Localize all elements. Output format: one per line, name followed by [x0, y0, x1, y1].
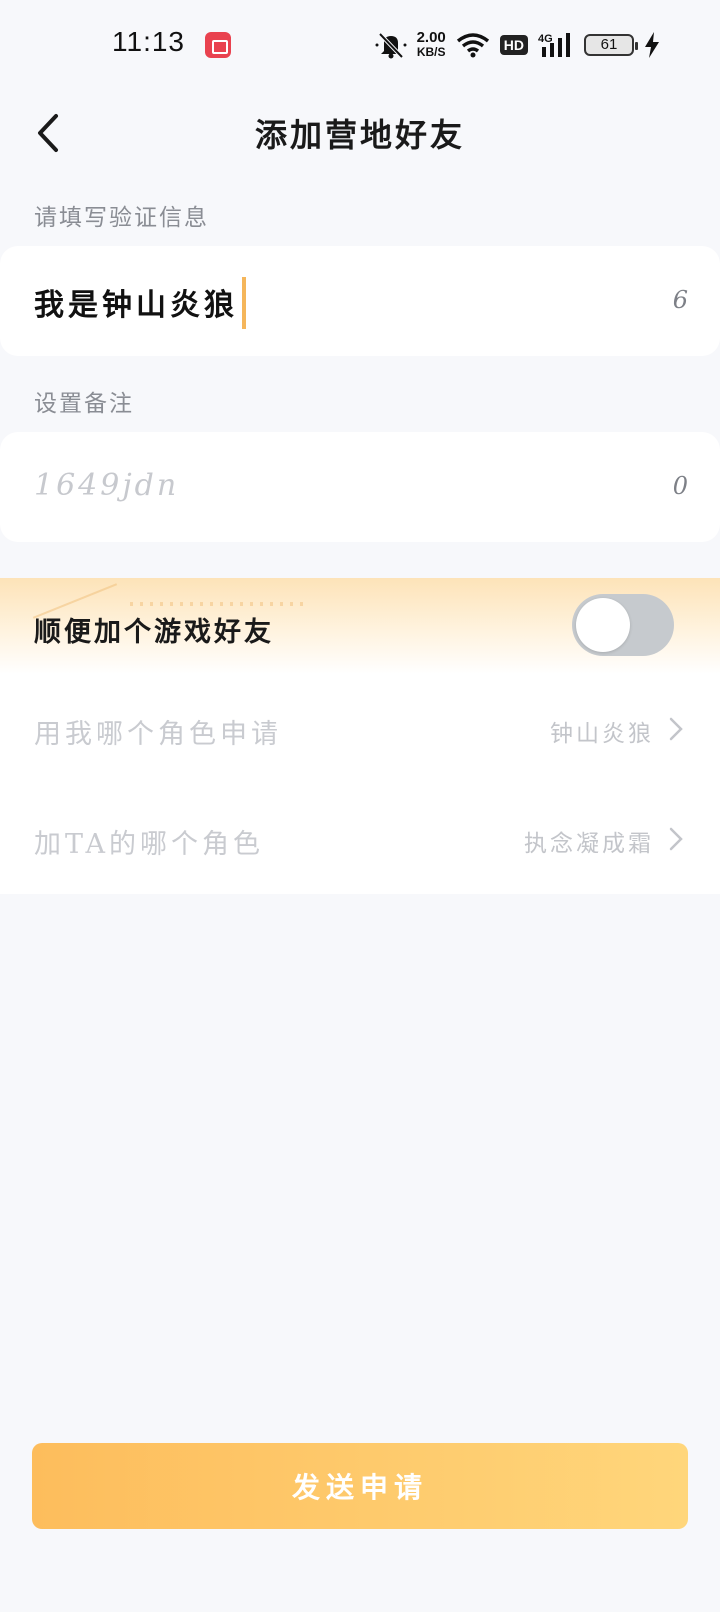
status-icons: 2.00 KB/S HD 4G 61 — [375, 28, 660, 62]
bell-muted-icon — [375, 32, 407, 59]
hd-badge: HD — [499, 35, 528, 55]
their-role-value: 执念凝成霜 — [524, 831, 654, 857]
status-time: 11:13 — [112, 26, 185, 57]
status-bar: 11:13 2.00 KB/S HD 4G 61 — [0, 0, 720, 90]
remark-card: 1649jdn 0 — [0, 432, 720, 542]
verification-char-count: 6 — [672, 286, 688, 314]
remark-placeholder: 1649jdn — [34, 468, 180, 503]
remark-char-count: 0 — [672, 472, 688, 500]
page-title: 添加营地好友 — [254, 116, 465, 154]
send-request-button[interactable]: 发送申请 — [32, 1443, 688, 1529]
my-role-value: 钟山炎狼 — [550, 721, 654, 747]
verification-card: 我是钟山炎狼 6 — [0, 246, 720, 356]
screen-record-icon — [205, 32, 231, 58]
their-role-row[interactable]: 加TA的哪个角色 执念凝成霜 — [0, 786, 720, 894]
game-friend-banner: 顺便加个游戏好友 — [0, 578, 720, 674]
chevron-right-icon — [669, 827, 683, 851]
game-friend-toggle-label: 顺便加个游戏好友 — [34, 617, 274, 648]
chevron-right-icon — [669, 717, 683, 741]
text-caret — [242, 277, 246, 329]
charging-icon — [645, 32, 659, 58]
their-role-label: 加TA的哪个角色 — [34, 829, 265, 860]
remark-label: 设置备注 — [34, 391, 134, 417]
net-speed-value: 2.00 — [416, 29, 446, 46]
net-speed: 2.00 KB/S — [416, 29, 446, 59]
battery-indicator: 61 — [584, 34, 638, 56]
game-friend-card: 顺便加个游戏好友 用我哪个角色申请 钟山炎狼 加TA的哪个角色 执念凝成霜 — [0, 578, 720, 894]
banner-decoration-dots — [130, 602, 310, 606]
signal-icon: 4G — [538, 33, 570, 57]
verification-input-value: 我是钟山炎狼 — [34, 277, 246, 329]
verification-text: 我是钟山炎狼 — [34, 288, 238, 323]
game-friend-toggle[interactable] — [572, 594, 674, 656]
remark-input[interactable]: 1649jdn 0 — [0, 432, 720, 542]
net-speed-unit: KB/S — [416, 45, 446, 59]
my-role-row[interactable]: 用我哪个角色申请 钟山炎狼 — [0, 676, 720, 786]
wifi-icon — [456, 33, 489, 58]
verification-label: 请填写验证信息 — [34, 205, 209, 231]
verification-input[interactable]: 我是钟山炎狼 6 — [0, 246, 720, 356]
toggle-knob — [576, 598, 630, 652]
header: 添加营地好友 — [0, 90, 720, 190]
my-role-label: 用我哪个角色申请 — [34, 719, 282, 750]
